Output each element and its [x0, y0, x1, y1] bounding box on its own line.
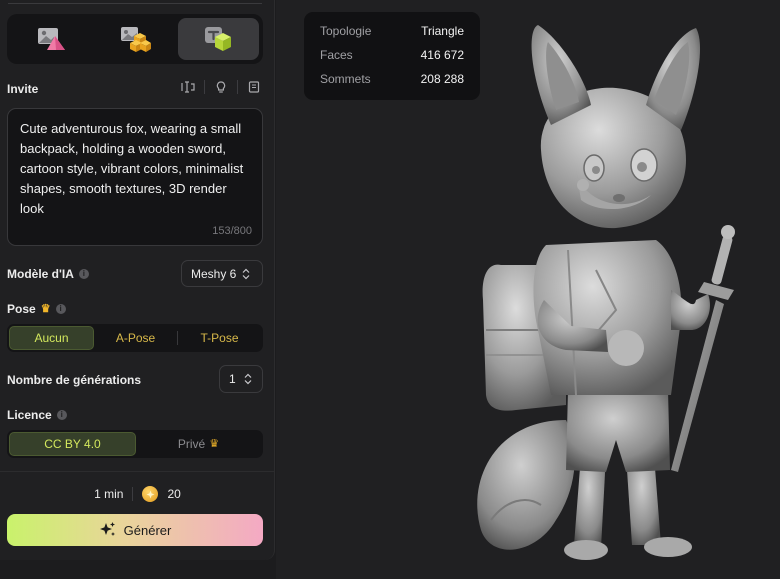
licence-label: Licence i	[7, 408, 67, 422]
mode-multi-image-to-3d[interactable]	[94, 18, 175, 60]
model-select-value: Meshy 6	[191, 266, 237, 281]
model-select[interactable]: Meshy 6	[181, 260, 263, 287]
generation-cost: 1 min 20	[0, 486, 274, 502]
info-icon[interactable]: i	[55, 304, 66, 314]
mesh-stats-panel: Topologie Triangle Faces 416 672 Sommets…	[304, 12, 480, 100]
prompt-textarea[interactable]: Cute adventurous fox, wearing a small ba…	[7, 108, 263, 246]
generations-stepper[interactable]: 1	[219, 365, 263, 393]
prompt-char-count: 153/800	[212, 225, 252, 237]
stat-row: Topologie Triangle	[320, 24, 464, 48]
text-to-3d-icon	[205, 27, 232, 51]
tool-divider	[237, 80, 238, 94]
stat-key: Topologie	[320, 24, 372, 38]
stat-key: Faces	[320, 48, 353, 62]
multi-image-to-3d-icon	[120, 27, 151, 52]
credit-cost: 20	[167, 487, 181, 501]
model-label-text: Modèle d'IA	[7, 267, 74, 281]
footer-divider	[0, 471, 274, 472]
stat-row: Faces 416 672	[320, 48, 464, 72]
mode-image-to-3d[interactable]	[11, 18, 92, 60]
invite-label-text: Invite	[7, 82, 39, 96]
generation-panel: Invite Cute adventurous fox, wearing a s…	[0, 0, 275, 560]
time-estimate: 1 min	[94, 487, 124, 501]
sparkle-icon	[99, 522, 115, 536]
chevron-up-down-icon	[244, 373, 252, 385]
mode-text-to-3d[interactable]	[177, 18, 259, 60]
lightbulb-icon	[216, 81, 226, 93]
pose-option-aucun[interactable]: Aucun	[9, 326, 94, 350]
prompt-text[interactable]: Cute adventurous fox, wearing a small ba…	[20, 119, 264, 219]
mode-switcher	[7, 14, 263, 64]
crown-icon: ♛	[40, 302, 51, 315]
stat-value: Triangle	[421, 24, 464, 38]
stat-value: 416 672	[420, 48, 464, 62]
cost-divider	[132, 487, 134, 501]
pose-option-a-pose[interactable]: A-Pose	[94, 326, 177, 350]
generations-label-text: Nombre de générations	[7, 373, 142, 387]
invite-label: Invite	[7, 82, 38, 96]
pose-option-t-pose[interactable]: T-Pose	[178, 326, 261, 350]
stat-value: 208 288	[420, 72, 464, 86]
chevron-up-down-icon	[242, 268, 250, 279]
text-cursor-icon	[181, 81, 195, 93]
licence-option-prive[interactable]: Privé ♛	[136, 432, 261, 456]
generations-value: 1	[229, 372, 236, 386]
top-divider	[8, 3, 262, 4]
book-icon	[248, 81, 260, 93]
credit-coin-icon	[142, 486, 159, 502]
licence-label-text: Licence	[7, 408, 52, 422]
generations-label: Nombre de générations	[7, 373, 141, 387]
tool-divider	[204, 80, 205, 94]
crown-icon: ♛	[209, 437, 220, 450]
prompt-library-button[interactable]	[246, 79, 262, 95]
invite-tools	[180, 79, 262, 95]
model-viewport[interactable]: Topologie Triangle Faces 416 672 Sommets…	[276, 0, 780, 579]
info-icon[interactable]: i	[78, 269, 89, 279]
pose-selector: Aucun A-Pose T-Pose	[7, 324, 263, 352]
prompt-cursor-button[interactable]	[180, 79, 196, 95]
pose-label: Pose ♛ i	[7, 302, 66, 316]
info-icon[interactable]: i	[56, 410, 67, 420]
image-to-3d-icon	[37, 28, 65, 50]
prompt-ideas-button[interactable]	[213, 79, 229, 95]
licence-selector: CC BY 4.0 Privé ♛	[7, 430, 263, 458]
generate-button-label: Générer	[123, 522, 172, 538]
licence-option-prive-label: Privé	[177, 437, 206, 451]
stat-key: Sommets	[320, 72, 371, 86]
stat-row: Sommets 208 288	[320, 72, 464, 96]
generate-button[interactable]: Générer	[7, 514, 263, 546]
pose-label-text: Pose	[7, 302, 36, 316]
licence-option-cc-by[interactable]: CC BY 4.0	[9, 432, 136, 456]
model-label: Modèle d'IA i	[7, 267, 89, 281]
